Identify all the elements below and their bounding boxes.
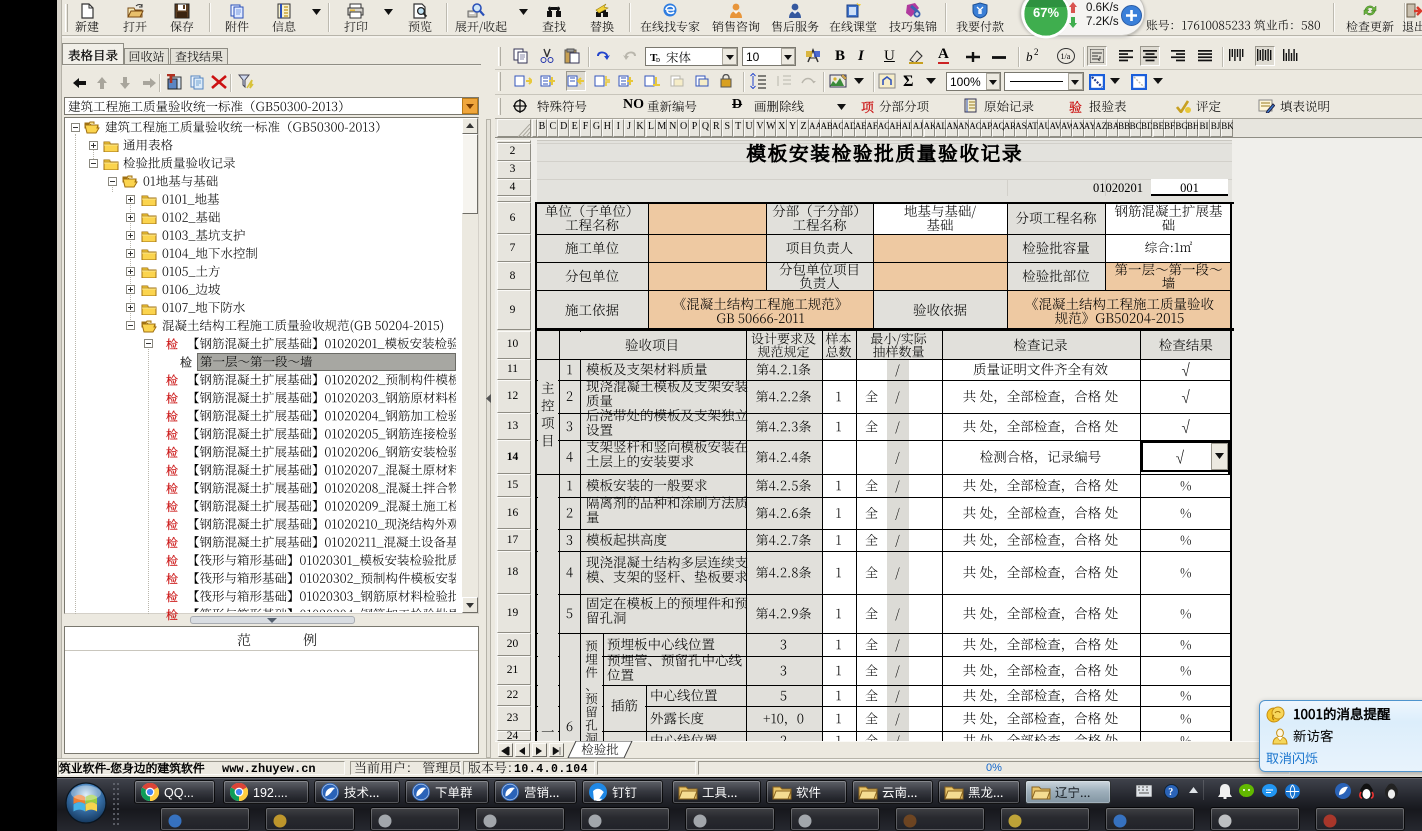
svg-text:?: ? [1168, 787, 1173, 798]
svg-text:p: p [656, 55, 660, 62]
svg-text:1/a: 1/a [1061, 52, 1071, 61]
